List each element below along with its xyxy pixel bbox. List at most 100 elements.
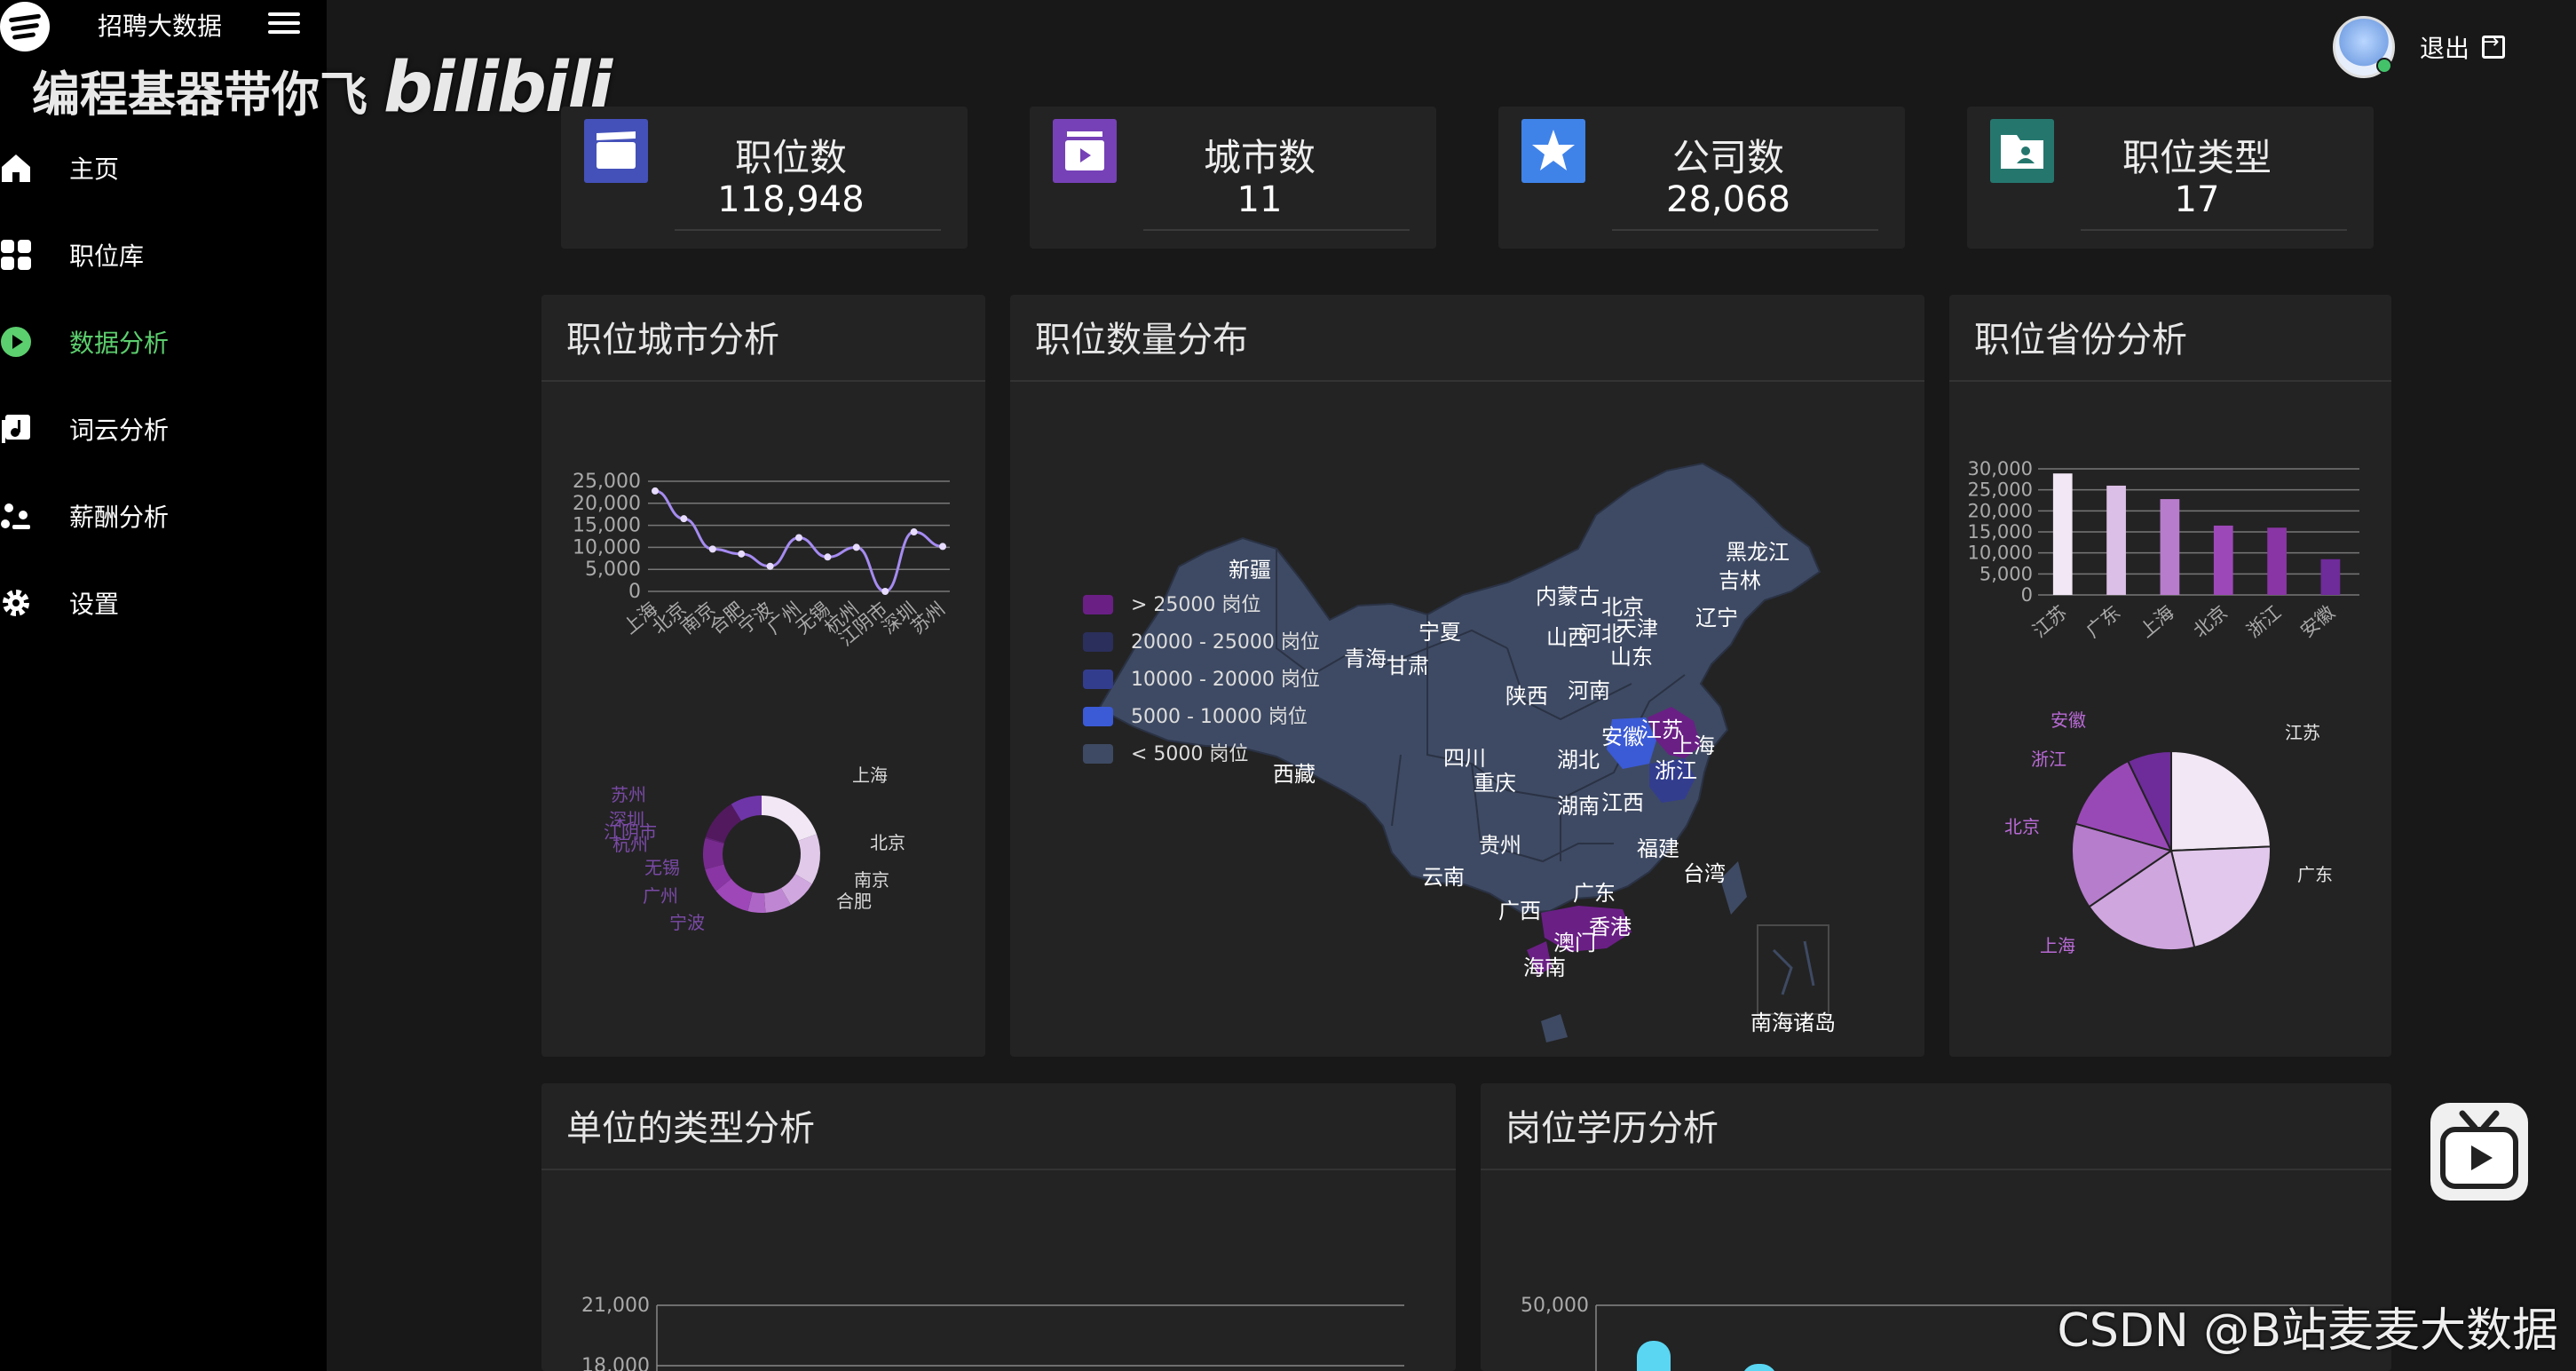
panel-title: 职位城市分析 [566, 320, 779, 361]
stat-card-companies: 公司数 28,068 [1498, 107, 1905, 249]
slice-label: 上海 [852, 765, 888, 786]
legend-swatch [1083, 670, 1113, 689]
y-tick-label: 25,000 [1968, 479, 2033, 501]
y-tick-label: 20,000 [573, 493, 641, 515]
map-region-label: 安徽 [1601, 725, 1644, 749]
sidebar-item-home[interactable]: 主页 [0, 124, 327, 211]
panel-title: 单位的类型分析 [566, 1108, 815, 1149]
map-region-label: 南海诸岛 [1750, 1010, 1836, 1035]
map-region-hainan [1541, 1014, 1568, 1042]
stat-card-jobs: 职位数 118,948 [561, 107, 968, 249]
panel-city-analysis: 职位城市分析 25,000 20,000 15,000 10,000 5,000 0 上海北… [541, 295, 985, 1057]
sidebar: 招聘大数据 主页 职位库 数据分析 词云分析 薪酬分析 设置 [0, 0, 327, 1371]
map-region-label: 湖北 [1557, 748, 1600, 773]
logout-button[interactable]: 退出 [2420, 29, 2505, 65]
city-line-chart: 25,00020,00015,00010,0005,0000上海北京南京合肥宁波… [573, 471, 950, 650]
x-tick-label: 江苏 [2028, 601, 2071, 641]
home-icon [2, 155, 30, 182]
sidebar-item-label: 数据分析 [69, 329, 170, 358]
legend-label: 10000 - 20000 岗位 [1131, 669, 1320, 691]
map-region-label: 海南 [1523, 955, 1566, 980]
stat-value: 118,948 [717, 179, 865, 220]
china-map: > 25000 岗位 20000 - 25000 岗位 10000 - 20000 … [1083, 462, 1836, 1042]
y-tick-label: 0 [628, 581, 641, 603]
stat-value: 11 [1237, 179, 1283, 220]
map-region-label: 台湾 [1683, 861, 1726, 886]
slice-label: 南京 [854, 869, 889, 891]
map-region-label: 浙江 [1655, 758, 1697, 783]
map-region-label: 云南 [1422, 865, 1465, 890]
data-point [708, 545, 716, 553]
map-region-label: 重庆 [1474, 771, 1516, 796]
legend-label: 5000 - 10000 岗位 [1131, 706, 1308, 728]
panel-divider [1949, 380, 2391, 382]
legend-swatch [1083, 595, 1113, 614]
slice-label: 苏州 [611, 784, 646, 805]
panel-title: 职位数量分布 [1035, 320, 1248, 361]
stat-value: 28,068 [1666, 179, 1790, 220]
spotify-logo-icon[interactable] [0, 2, 50, 52]
y-tick-label: 20,000 [1968, 500, 2033, 521]
y-tick-label: 5,000 [585, 559, 641, 581]
sidebar-item-salary[interactable]: 薪酬分析 [0, 472, 327, 559]
logo-row: 招聘大数据 [0, 0, 327, 52]
legend-label: > 25000 岗位 [1131, 594, 1260, 616]
menu-toggle-icon[interactable] [268, 12, 300, 36]
stat-divider [2081, 229, 2347, 231]
data-point [680, 515, 688, 523]
stat-card-job-types: 职位类型 17 [1967, 107, 2374, 249]
stat-title: 城市数 [1203, 136, 1316, 179]
y-tick-label: 10,000 [573, 536, 641, 559]
stat-title: 公司数 [1671, 136, 1784, 179]
province-pie-chart: 江苏广东上海 北京 浙江 安徽 [2004, 709, 2333, 956]
slice-label: 北京 [870, 832, 905, 853]
stat-card-cities: 城市数 11 [1030, 107, 1436, 249]
stat-title: 职位类型 [2122, 136, 2272, 179]
data-point [881, 588, 889, 595]
video-watermark: 编程基器带你飞 bilibili [32, 48, 612, 128]
user-area: 退出 [2332, 16, 2505, 78]
stat-divider [675, 229, 941, 231]
bilibili-tv-icon[interactable] [2430, 1103, 2528, 1201]
sidebar-item-label: 主页 [69, 155, 120, 184]
grid-icon [1, 240, 31, 270]
y-tick-label: 15,000 [1968, 521, 2033, 543]
sidebar-item-jobs[interactable]: 职位库 [0, 211, 327, 298]
bar [2106, 485, 2126, 595]
map-region-label: 青海 [1344, 646, 1387, 671]
panel-province-analysis: 职位省份分析 30,000 25,000 20,000 15,000 10,000 5,0… [1949, 295, 2391, 1057]
logout-label: 退出 [2419, 34, 2469, 63]
avatar[interactable] [2332, 16, 2395, 78]
map-region-label: 福建 [1637, 836, 1679, 861]
data-point [766, 562, 774, 570]
map-region-label: 内蒙古 [1536, 584, 1600, 609]
slice-label: 浙江 [2031, 749, 2066, 770]
panel-title: 职位省份分析 [1974, 320, 2187, 361]
slice-label: 安徽 [2051, 709, 2086, 731]
map-region-label: 山西 [1546, 625, 1589, 650]
panel-divider [541, 380, 985, 382]
x-tick-label: 上海 [2136, 601, 2178, 641]
y-tick-label: 21,000 [581, 1295, 650, 1317]
bar [2052, 473, 2073, 595]
company-type-chart: 21,000 18,000 [581, 1295, 1404, 1371]
stat-divider [1612, 229, 1878, 231]
slice-label: 宁波 [669, 912, 705, 933]
y-tick-label: 15,000 [573, 515, 641, 537]
x-tick-label: 安徽 [2296, 601, 2339, 641]
bar [2320, 559, 2341, 595]
gear-icon [3, 590, 29, 616]
sidebar-item-analysis[interactable]: 数据分析 [0, 298, 327, 385]
app-brand: 招聘大数据 [98, 12, 223, 41]
panel-job-map: 职位数量分布 > 25000 岗位 20000 - 25000 岗位 10000 -… [1010, 295, 1924, 1057]
slice-label: 上海 [2040, 935, 2075, 956]
city-donut-chart: 上海北京南京合肥宁波广州无锡杭州江阴市深圳苏州 [604, 765, 905, 933]
data-point [910, 528, 918, 536]
sidebar-item-label: 薪酬分析 [69, 503, 170, 532]
stat-value: 17 [2174, 179, 2220, 220]
sidebar-item-wordcloud[interactable]: 词云分析 [0, 385, 327, 472]
map-region-label: 黑龙江 [1726, 540, 1790, 565]
sidebar-item-settings[interactable]: 设置 [0, 559, 327, 646]
slice-label: 深圳 [609, 809, 644, 830]
map-region-label: 广东 [1573, 881, 1616, 906]
